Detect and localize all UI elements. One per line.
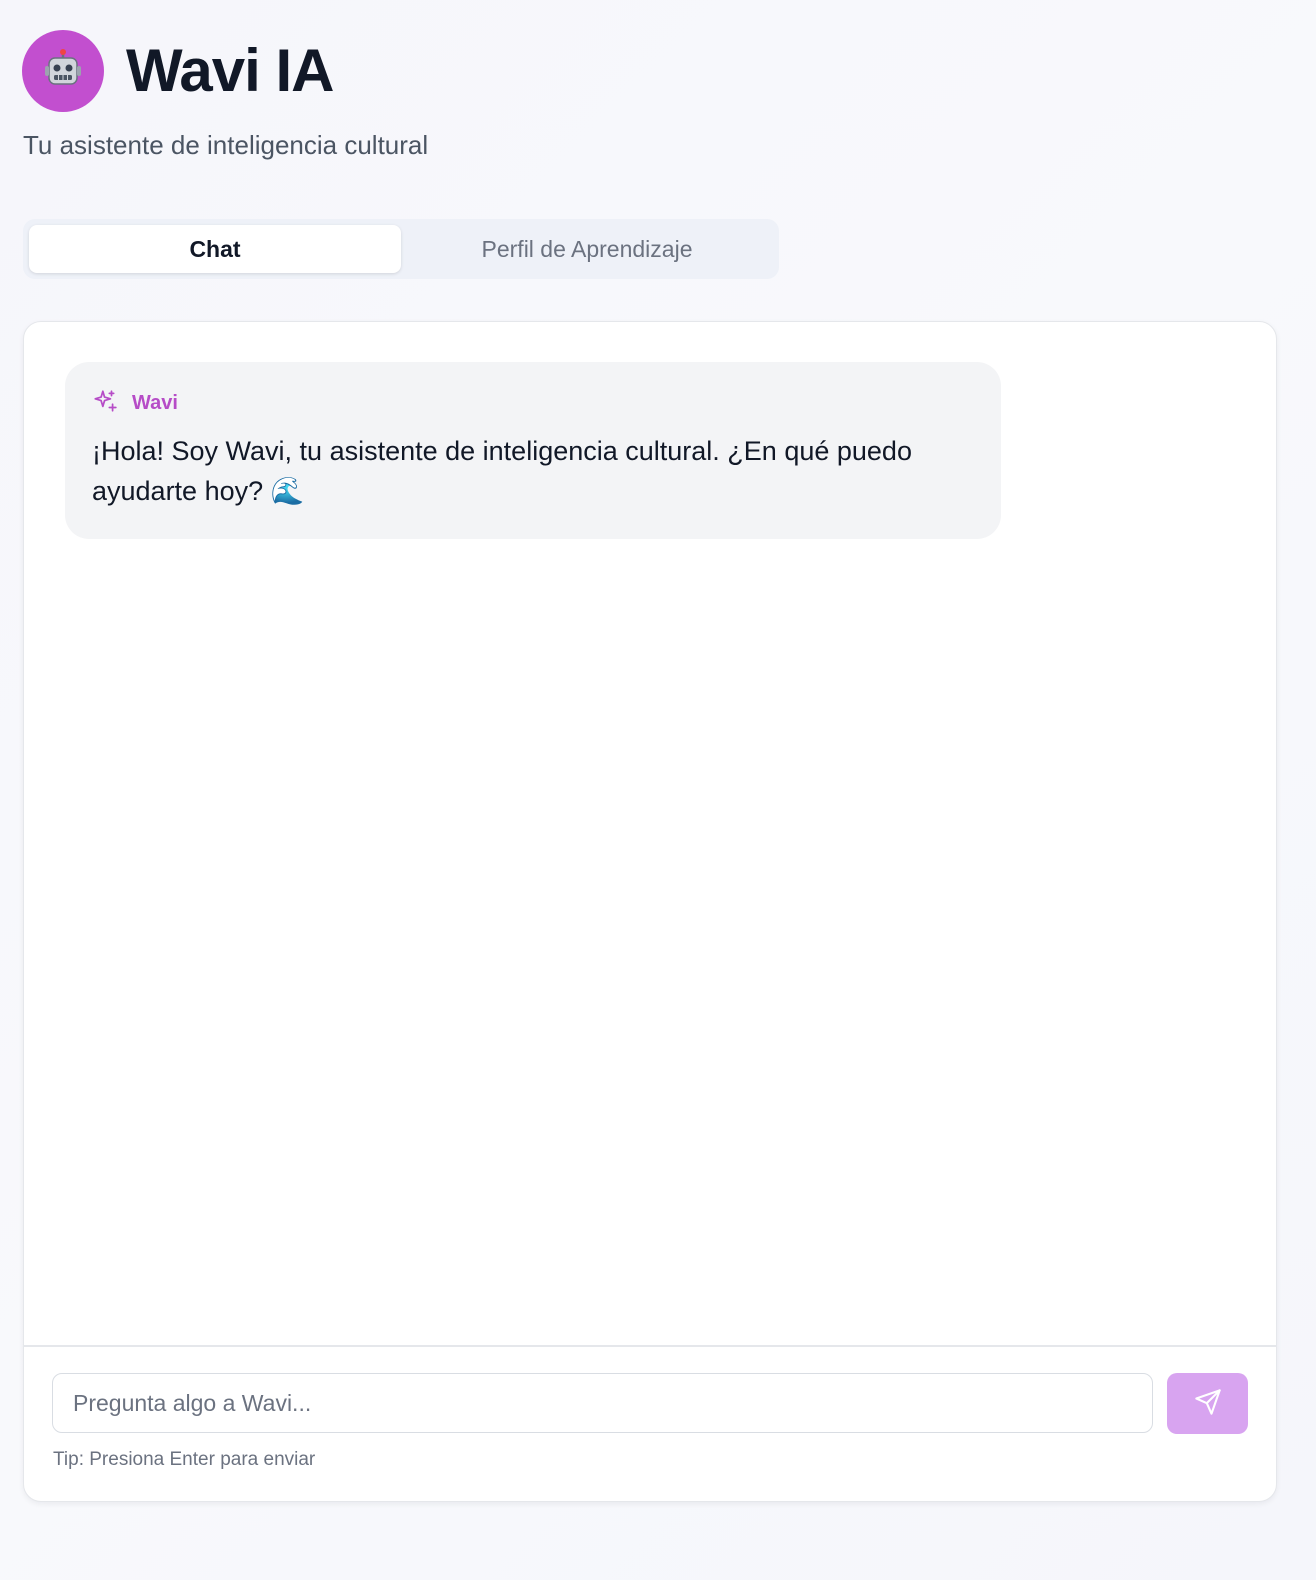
sparkles-icon (92, 388, 118, 419)
app-subtitle: Tu asistente de inteligencia cultural (23, 130, 429, 160)
message-list[interactable]: Wavi ¡Hola! Soy Wavi, tu asistente de in… (24, 322, 1276, 1345)
tab-perfil-de-aprendizaje[interactable]: Perfil de Aprendizaje (401, 225, 773, 273)
message-sender: Wavi (132, 392, 178, 414)
chat-panel: Wavi ¡Hola! Soy Wavi, tu asistente de in… (23, 321, 1277, 1502)
composer-divider (24, 1345, 1276, 1347)
app-header: Wavi IA (22, 30, 334, 112)
assistant-message: Wavi ¡Hola! Soy Wavi, tu asistente de in… (65, 362, 1001, 539)
robot-face-icon (22, 30, 104, 112)
tab-bar: Chat Perfil de Aprendizaje (23, 219, 779, 279)
message-header: Wavi (92, 388, 973, 419)
composer-tip: Tip: Presiona Enter para enviar (53, 1449, 316, 1470)
tab-chat[interactable]: Chat (29, 225, 401, 273)
send-icon (1194, 1388, 1222, 1419)
message-input[interactable] (52, 1373, 1153, 1433)
send-button[interactable] (1167, 1373, 1248, 1434)
app-title: Wavi IA (126, 37, 334, 104)
message-text: ¡Hola! Soy Wavi, tu asistente de intelig… (92, 436, 912, 506)
